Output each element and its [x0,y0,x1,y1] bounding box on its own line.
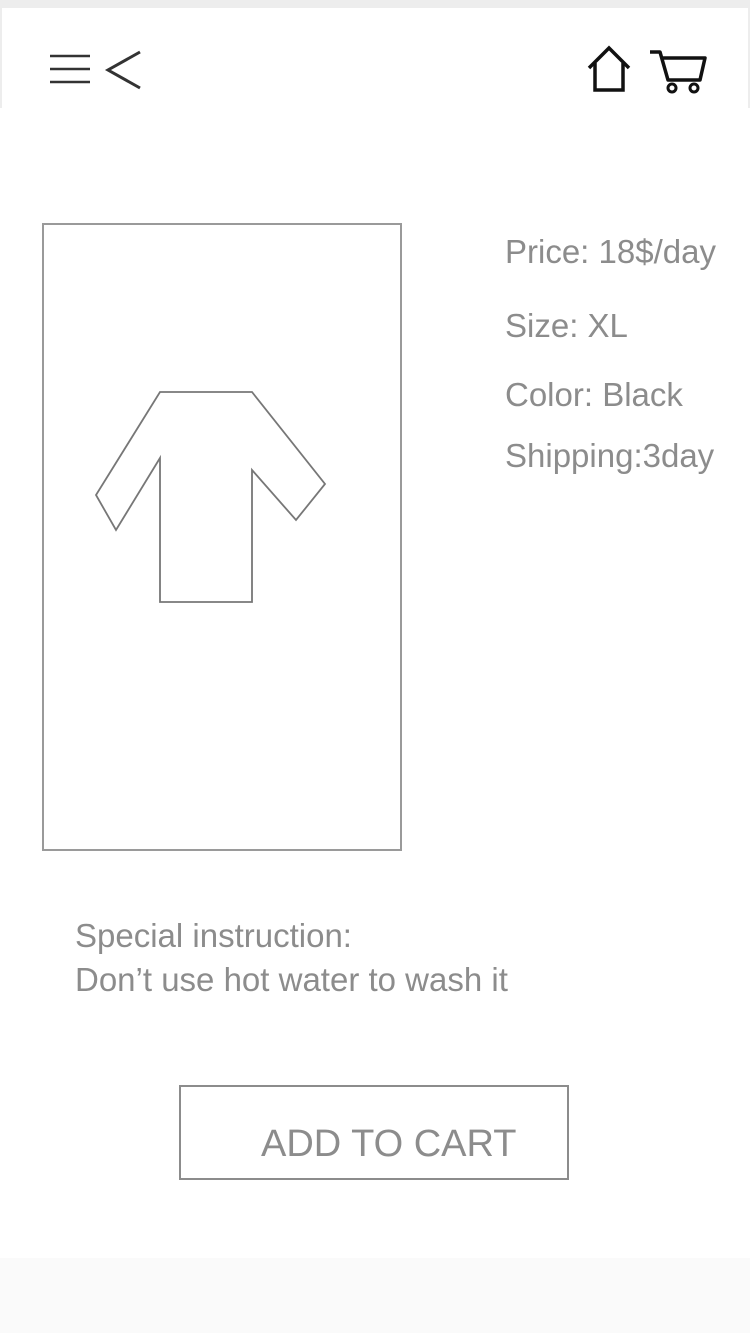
instructions-heading: Special instruction: [75,917,352,954]
app-header [0,8,750,108]
color-text: Color: Black [505,376,683,413]
size-text: Size: XL [505,307,628,344]
special-instructions: Special instruction: Don’t use hot water… [75,914,695,1002]
instructions-text: Don’t use hot water to wash it [75,961,508,998]
price-text: Price: 18$/day [505,233,716,270]
home-icon[interactable] [584,44,634,94]
top-border [0,0,750,8]
shipping-text: Shipping:3day [505,437,715,474]
shopping-cart-icon[interactable] [648,48,708,94]
product-image-frame [42,223,402,851]
product-detail-screen: Price: 18$/day Size: XL Color: Black Shi… [0,0,750,1333]
add-to-cart-label: ADD TO CART [261,1123,517,1165]
bottom-bar [0,1258,750,1333]
shirt-icon [94,390,329,608]
add-to-cart-button[interactable]: ADD TO CART [179,1085,569,1180]
chevron-left-icon[interactable] [104,48,144,92]
hamburger-menu-icon[interactable] [48,52,92,88]
